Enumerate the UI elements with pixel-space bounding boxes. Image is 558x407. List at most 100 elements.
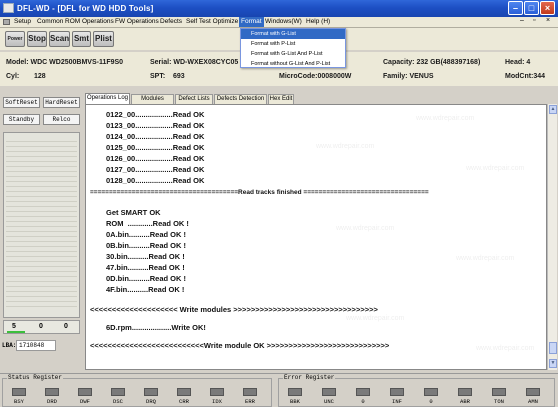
lba-row: LBA: 1710848 — [0, 340, 84, 352]
family-text: Family: VENUS — [383, 73, 434, 80]
status-register-title: Status Register — [7, 374, 64, 381]
menu-help[interactable]: Help (H) — [306, 18, 330, 25]
log-line: 6D.rpm...................Write OK! — [106, 323, 206, 332]
soft-reset-button[interactable]: SoftReset — [3, 97, 40, 108]
error-flag-ton: TON — [487, 388, 511, 405]
scroll-thumb[interactable] — [549, 342, 557, 354]
mdi-close-button[interactable]: × — [546, 17, 550, 24]
spt-value: 693 — [173, 73, 185, 80]
power-button[interactable]: Power — [5, 31, 25, 47]
log-line: 0126_00..................Read OK — [106, 154, 205, 163]
error-flag-abr: ABR — [453, 388, 477, 405]
menu-rom-operations[interactable]: ROM Operations — [65, 18, 114, 25]
operations-log-area[interactable]: www.wdrepair.com www.wdrepair.com www.wd… — [85, 104, 547, 370]
menu-self-test-optimize[interactable]: Self Test Optimize — [186, 18, 238, 25]
format-without-lists-item[interactable]: Format without G-List And P-List — [241, 59, 345, 69]
lba-value: 1710848 — [16, 340, 56, 351]
error-flag-amn: AMN — [521, 388, 545, 405]
status-register-group: Status Register BSY DRD DWF DSC DRQ CRR … — [2, 374, 272, 407]
spt-label: SPT: — [150, 73, 166, 80]
log-line: 30.bin..........Read OK ! — [106, 252, 185, 261]
modcnt-text: ModCnt:344 — [505, 73, 546, 80]
error-register-title: Error Register — [283, 374, 336, 381]
standby-button[interactable]: Standby — [3, 114, 40, 125]
plist-button[interactable]: Plist — [93, 31, 114, 47]
error-flag-bit3: 0 — [419, 388, 443, 405]
scroll-down-icon[interactable]: ▼ — [549, 359, 557, 368]
tab-bar: Operations Log Modules Check Defect List… — [85, 92, 555, 111]
log-line: 0124_00..................Read OK — [106, 132, 205, 141]
meter-value-1: 5 — [12, 323, 16, 330]
cyl-value: 128 — [34, 73, 46, 80]
minimize-button[interactable]: – — [508, 1, 523, 15]
log-line: =======================================R… — [90, 189, 429, 196]
format-with-p-list-item[interactable]: Format with P-List — [241, 39, 345, 49]
log-line: 0A.bin..........Read OK ! — [106, 230, 187, 239]
log-line: 0B.bin..........Read OK ! — [106, 241, 187, 250]
error-flag-bit5: 0 — [351, 388, 375, 405]
lba-label: LBA: — [2, 342, 17, 349]
log-line: 47.bin..........Read OK ! — [106, 263, 185, 272]
activity-indicator-panel — [3, 132, 80, 318]
status-flag-dsc: DSC — [106, 388, 130, 405]
close-button[interactable]: × — [540, 1, 555, 15]
log-scrollbar[interactable]: ▲ ▼ — [547, 104, 557, 370]
error-flag-bbk: BBK — [283, 388, 307, 405]
cyl-label: Cyl: — [6, 73, 20, 80]
watermark-text: www.wdrepair.com — [476, 345, 535, 352]
format-with-g-and-p-list-item[interactable]: Format with G-List And P-List — [241, 49, 345, 59]
meter-value-2: 0 — [39, 323, 43, 330]
status-flag-dwf: DWF — [73, 388, 97, 405]
smart-button[interactable]: Smt — [72, 31, 91, 47]
register-status-bar: Status Register BSY DRD DWF DSC DRQ CRR … — [0, 373, 558, 407]
tab-defects-detection[interactable]: Defects Detection — [214, 94, 267, 104]
menu-setup[interactable]: Setup — [14, 18, 31, 25]
app-icon — [3, 3, 14, 13]
stop-button[interactable]: Stop — [27, 31, 47, 47]
microcode-text: MicroCode:0008000W — [279, 73, 352, 80]
watermark-text: www.wdrepair.com — [336, 225, 395, 232]
tab-operations-log[interactable]: Operations Log — [85, 93, 130, 104]
watermark-text: www.wdrepair.com — [316, 143, 375, 150]
status-flag-crr: CRR — [172, 388, 196, 405]
status-flag-err: ERR — [238, 388, 262, 405]
relco-button[interactable]: Relco — [43, 114, 80, 125]
format-with-g-list-item[interactable]: Format with G-List — [241, 29, 345, 39]
maximize-button[interactable]: □ — [524, 1, 539, 15]
watermark-text: www.wdrepair.com — [466, 165, 525, 172]
scroll-up-icon[interactable]: ▲ — [549, 105, 557, 114]
log-line: ROM ............Read OK ! — [106, 219, 189, 228]
watermark-text: www.wdrepair.com — [346, 315, 405, 322]
log-line: 0128_00..................Read OK — [106, 176, 205, 185]
status-flag-drd: DRD — [40, 388, 64, 405]
left-panel: SoftReset HardReset Standby Relco 5 0 0 … — [0, 92, 84, 370]
tab-modules-check[interactable]: Modules Check — [131, 94, 174, 111]
menu-fw-operations[interactable]: FW Operations — [115, 18, 159, 25]
error-register-group: Error Register BBK UNC 0 INF 0 ABR TON A… — [278, 374, 555, 407]
format-dropdown-menu: Format with G-List Format with P-List Fo… — [240, 28, 346, 68]
capacity-text: Capacity: 232 GB(488397168) — [383, 59, 481, 66]
menu-windows[interactable]: Windows(W) — [265, 18, 302, 25]
scan-button[interactable]: Scan — [49, 31, 70, 47]
watermark-text: www.wdrepair.com — [456, 255, 515, 262]
log-line: 0127_00..................Read OK — [106, 165, 205, 174]
status-flag-drq: DRQ — [139, 388, 163, 405]
hard-reset-button[interactable]: HardReset — [43, 97, 80, 108]
menu-common[interactable]: Common — [37, 18, 63, 25]
tab-defect-lists[interactable]: Defect Lists — [175, 94, 213, 104]
mdi-restore-button[interactable]: ▫ — [533, 17, 535, 24]
system-menu-icon[interactable] — [3, 19, 10, 25]
serial-text: Serial: WD-WXEX08CYC05 — [150, 59, 239, 66]
menu-format[interactable]: Format — [239, 17, 264, 27]
mdi-minimize-button[interactable]: – — [520, 17, 524, 24]
error-flag-unc: UNC — [317, 388, 341, 405]
log-line: <<<<<<<<<<<<<<<<<<<< Write modules >>>>>… — [90, 305, 378, 314]
window-title: DFL-WD - [DFL for WD HDD Tools] — [17, 4, 154, 13]
menu-defects[interactable]: Defects — [160, 18, 182, 25]
meter-value-3: 0 — [64, 323, 68, 330]
log-line: 0123_00..................Read OK — [106, 121, 205, 130]
status-flag-bsy: BSY — [7, 388, 31, 405]
meter-level-bar — [7, 331, 25, 333]
title-bar: DFL-WD - [DFL for WD HDD Tools] – □ × — [0, 0, 558, 17]
tab-hex-edit[interactable]: Hex Edit — [268, 94, 294, 104]
